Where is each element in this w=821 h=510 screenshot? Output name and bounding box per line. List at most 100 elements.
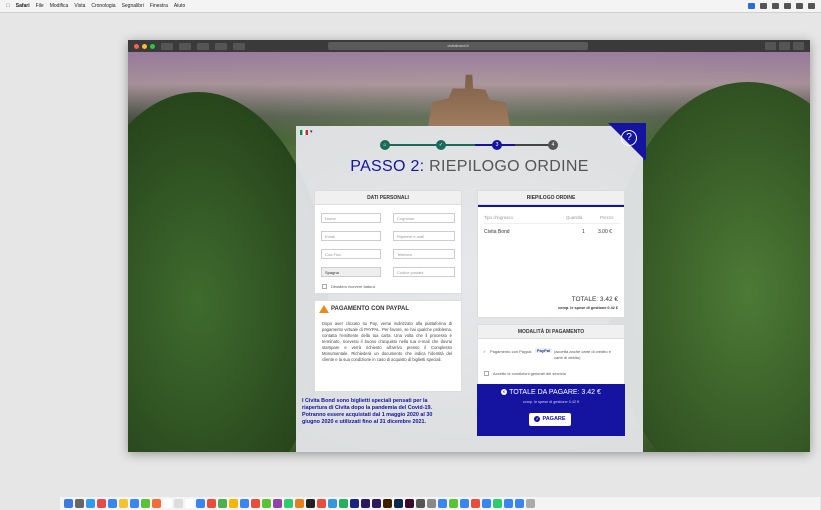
share-icon[interactable] [793,42,804,50]
minimize-icon[interactable] [142,43,147,49]
app-icon[interactable] [108,499,117,508]
back-forward-icon[interactable] [161,42,173,50]
menu-app[interactable]: Safari [16,3,30,9]
control-center-icon[interactable] [808,3,815,9]
app-icon[interactable] [240,499,249,508]
invoice-checkbox[interactable] [322,284,327,289]
reload-icon[interactable] [779,42,790,50]
order-fee: comp. le spese di gestione 0.42 € [558,306,618,310]
app-icon[interactable] [350,499,359,508]
order-total: TOTALE: 3.42 € [571,296,618,303]
app-icon[interactable] [482,499,491,508]
app-icon[interactable] [416,499,425,508]
safari-icon[interactable] [86,499,95,508]
app-icon[interactable] [262,499,271,508]
menu-history[interactable]: Cronologia [91,3,115,9]
tabs-icon[interactable] [215,42,227,50]
app-icon[interactable] [449,499,458,508]
url-bar[interactable]: civitabond.it [328,42,588,50]
app-icon[interactable] [427,499,436,508]
zoom-icon[interactable] [150,43,155,49]
progress-stepper: ⌂ ✓ 3 4 [380,140,558,150]
app-icon[interactable] [493,499,502,508]
app-icon[interactable] [471,499,480,508]
status-icon[interactable] [748,3,755,9]
bluetooth-icon[interactable] [784,3,791,9]
app-icon[interactable] [273,499,282,508]
app-icon[interactable] [328,499,337,508]
finder-icon[interactable] [64,499,73,508]
step-home-icon[interactable]: ⌂ [380,140,390,150]
app-icon[interactable] [339,499,348,508]
app-icon[interactable] [372,499,381,508]
app-icon[interactable] [218,499,227,508]
country-select[interactable]: Spagna [321,267,381,277]
terms-label[interactable]: Accetto le condizioni generali del servi… [493,371,566,376]
apple-icon[interactable]:  [6,3,10,9]
menu-help[interactable]: Aiuto [174,3,185,9]
pay-button[interactable]: ✓ PAGARE [529,413,571,426]
phone-field[interactable]: Telefono [393,249,455,259]
menu-window[interactable]: Finestra [150,3,168,9]
sidebar-icon[interactable] [197,42,209,50]
menu-view[interactable]: Vista [74,3,85,9]
app-icon[interactable] [394,499,403,508]
app-icon[interactable] [504,499,513,508]
step-check-icon[interactable]: ✓ [436,140,446,150]
app-icon[interactable] [405,499,414,508]
app-icon[interactable] [207,499,216,508]
surname-field[interactable]: Cognome [393,213,455,223]
app-icon[interactable] [295,499,304,508]
home-icon[interactable] [179,42,191,50]
menu-file[interactable]: File [36,3,44,9]
pay-button-label: PAGARE [542,416,566,422]
app-icon[interactable] [196,499,205,508]
menu-bookmarks[interactable]: Segnalibri [122,3,144,9]
order-row-qty: 1 [582,229,585,235]
wifi-icon[interactable] [796,3,803,9]
email-field[interactable]: Email [321,231,381,241]
page-background: ? ▾ ⌂ ✓ 3 4 PASSO 2: RIEPILOGO ORDINE DA… [128,52,810,452]
order-accent-bar [478,205,624,207]
app-icon[interactable] [284,499,293,508]
paypal-option[interactable]: Pagamento con Paypal [490,349,531,354]
app-icon[interactable] [438,499,447,508]
app-icon[interactable] [317,499,326,508]
app-icon[interactable] [185,499,194,508]
chevron-down-icon[interactable]: ▾ [310,129,313,135]
app-icon[interactable] [383,499,392,508]
app-icon[interactable] [251,499,260,508]
app-icon[interactable] [515,499,524,508]
launchpad-icon[interactable] [75,499,84,508]
italy-flag-icon[interactable] [300,130,308,135]
postcode-field[interactable]: Codice postale [393,267,455,277]
help-icon[interactable]: ? [621,130,637,146]
menu-edit[interactable]: Modifica [50,3,69,9]
status-icon[interactable] [760,3,767,9]
check-icon[interactable]: ✓ [483,349,486,354]
clock-icon[interactable] [772,3,779,9]
app-icon[interactable] [361,499,370,508]
app-icon[interactable] [306,499,315,508]
app-icon[interactable] [229,499,238,508]
app-icon[interactable] [119,499,128,508]
app-icon[interactable] [174,499,183,508]
shield-icon[interactable] [233,42,245,50]
app-icon[interactable] [97,499,106,508]
app-icon[interactable] [152,499,161,508]
extension-icon[interactable] [765,42,776,50]
step-current[interactable]: 3 [492,140,502,150]
close-icon[interactable] [134,43,139,49]
name-field[interactable]: Nome [321,213,381,223]
order-heading: RIEPILOGO ORDINE [478,191,624,205]
email-repeat-field[interactable]: Ripetere e-mail [393,231,455,241]
tax-code-field[interactable]: Cod.Fisc. [321,249,381,259]
app-icon[interactable] [141,499,150,508]
mail-icon[interactable] [130,499,139,508]
step-next[interactable]: 4 [548,140,558,150]
paypal-info-panel: PAGAMENTO CON PAYPAL Dopo aver cliccato … [314,300,462,392]
terms-checkbox[interactable] [484,371,489,376]
trash-icon[interactable] [526,499,535,508]
app-icon[interactable] [460,499,469,508]
calendar-icon[interactable] [163,499,172,508]
